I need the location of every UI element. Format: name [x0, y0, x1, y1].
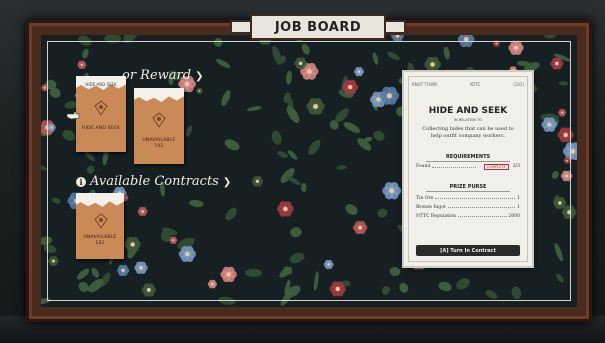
contract-subtitle: IN RELATION TO [453, 118, 483, 122]
prize-value: 2000 [508, 214, 520, 219]
leader-dots [435, 196, 516, 199]
prize-label: NTTC Reputation [416, 214, 457, 219]
contract-description: Collecting hides that can be used to hel… [422, 126, 514, 139]
divider [426, 191, 510, 192]
info-icon: i [76, 177, 86, 187]
leader-dots [458, 214, 507, 217]
card-label: UNAVAILABLE 101 [83, 235, 117, 246]
paper-tag [134, 88, 184, 102]
prize-value: 1 [517, 205, 520, 210]
section-reward-label: or Reward [122, 68, 192, 83]
requirement-label: Found [416, 164, 431, 169]
prize-row: Bronze Ingot 1 [416, 205, 520, 210]
complete-stamp: COMPLETE [483, 164, 509, 170]
prize-row: Tin Ore 1 [416, 196, 520, 201]
paper-tag [76, 193, 124, 207]
chevron-down-icon: ❯ [222, 177, 232, 188]
requirement-value: 3/3 [512, 164, 520, 169]
turn-in-contract-button[interactable]: [A] Turn In Contract [416, 245, 520, 256]
document-header-mid: NTTC [469, 82, 481, 87]
section-available-label: Available Contracts [90, 174, 219, 189]
divider [426, 161, 510, 162]
section-header-reward[interactable]: or Reward ❯ [122, 68, 203, 83]
prize-label: Tin Ore [416, 196, 434, 201]
requirements-heading: REQUIREMENTS [445, 154, 491, 160]
prize-label: Bronze Ingot [416, 205, 446, 210]
contract-card-hide-and-seek[interactable]: HIDE AND SEEK HIDE AND SEEK [76, 76, 126, 152]
requirement-row: Found COMPLETE 3/3 [416, 164, 520, 170]
card-label: UNAVAILABLE 101 [142, 138, 176, 149]
section-header-available-contracts[interactable]: i Available Contracts ❯ [76, 174, 231, 189]
prize-row: NTTC Reputation 2000 [416, 214, 520, 219]
prize-heading: PRIZE PURSE [449, 184, 487, 190]
board-title: JOB BOARD [230, 14, 406, 40]
leader-dots [447, 205, 516, 208]
leader-dots [432, 164, 476, 168]
contract-card-unavailable[interactable]: UNAVAILABLE 101 [76, 193, 124, 259]
company-emblem-icon [94, 100, 108, 116]
contract-details-document: KNOT TOWN NTTC (101) HIDE AND SEEK IN RE… [404, 72, 532, 266]
hand-cursor-icon [66, 111, 80, 120]
prize-value: 1 [517, 196, 520, 201]
document-header: KNOT TOWN NTTC (101) [412, 82, 524, 87]
document-header-left: KNOT TOWN [412, 82, 438, 87]
contract-card-reward-unavailable[interactable]: UNAVAILABLE 101 [134, 88, 184, 164]
company-emblem-icon [94, 213, 108, 229]
chevron-down-icon: ❯ [195, 71, 204, 82]
company-emblem-icon [152, 112, 166, 128]
card-tag: HIDE AND SEEK [85, 82, 117, 87]
document-header-right: (101) [513, 82, 524, 87]
card-label: HIDE AND SEEK [82, 126, 120, 131]
contract-title: HIDE AND SEEK [428, 106, 508, 116]
